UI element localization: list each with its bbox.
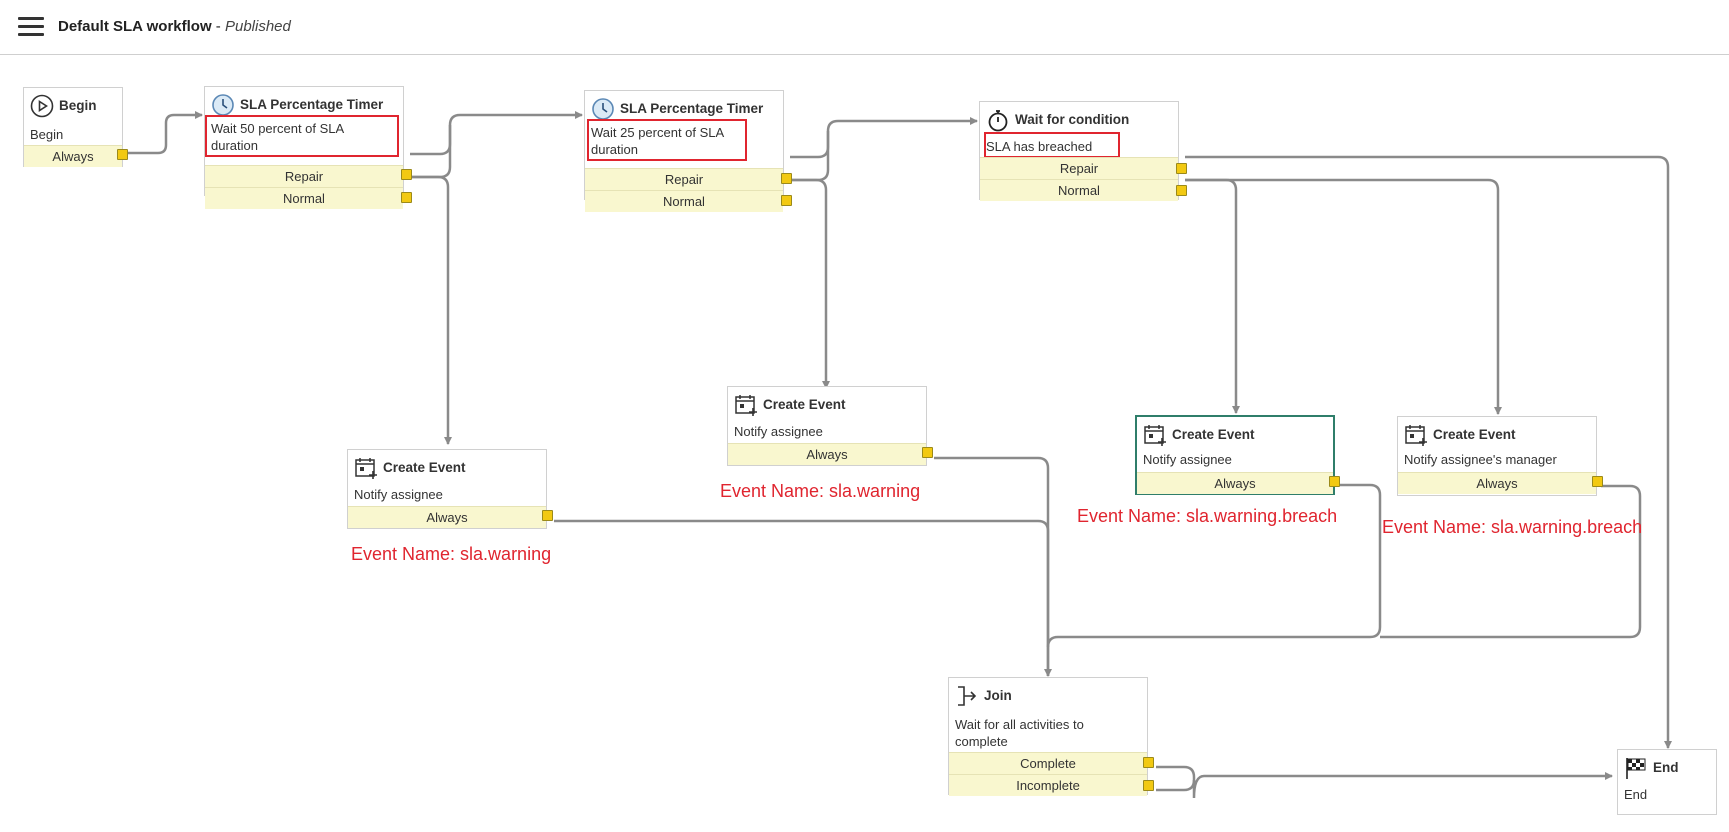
join-arrow-icon — [958, 686, 977, 706]
condition-normal[interactable]: Normal — [980, 179, 1178, 201]
condition-incomplete[interactable]: Incomplete — [949, 774, 1147, 796]
node-title: Create Event — [763, 397, 846, 412]
wire-join-complete-end — [1156, 765, 1613, 799]
end-node[interactable]: End End — [1617, 749, 1717, 815]
wire-timer1-normal-timer2 — [410, 125, 452, 179]
calendar-add-icon — [1405, 425, 1427, 446]
output-port[interactable] — [922, 447, 933, 458]
condition-always[interactable]: Always — [728, 443, 926, 465]
checkered-flag-icon — [1626, 758, 1646, 779]
output-port[interactable] — [781, 173, 792, 184]
wire-begin-timer1 — [122, 111, 203, 155]
condition-repair[interactable]: Repair — [205, 165, 403, 187]
output-port[interactable] — [1592, 476, 1603, 487]
title-separator: - — [211, 18, 225, 35]
wire-timer2-event2 — [790, 178, 830, 389]
node-description: Notify assignee's manager — [1404, 452, 1557, 467]
calendar-add-icon — [735, 395, 757, 416]
wire-event4-join — [1380, 484, 1642, 639]
clock-icon — [212, 94, 234, 116]
node-description: Notify assignee — [734, 424, 823, 439]
wire-join-incomplete-end — [1156, 779, 1196, 792]
node-description: Notify assignee — [1143, 452, 1232, 467]
node-title: Join — [984, 688, 1012, 703]
node-title: Create Event — [383, 460, 466, 475]
condition-complete[interactable]: Complete — [949, 752, 1147, 774]
page-title: Default SLA workflow - Published — [58, 18, 291, 35]
node-title: End — [1653, 760, 1679, 775]
condition-repair[interactable]: Repair — [585, 168, 783, 190]
wire-wait-normal-event3 — [1185, 178, 1240, 414]
highlight-box — [205, 115, 399, 157]
node-title: Wait for condition — [1015, 112, 1130, 127]
top-bar: Default SLA workflow - Published — [0, 0, 1729, 55]
condition-always[interactable]: Always — [348, 506, 546, 528]
begin-node[interactable]: Begin Begin Always — [23, 87, 128, 167]
wire-timer2-repair-wait — [790, 117, 978, 159]
create-event-node[interactable]: Create Event Notify assignee Always — [727, 386, 933, 466]
sla-timer-25-node[interactable]: SLA Percentage Timer Wait 25 percent of … — [584, 90, 792, 212]
node-description: Notify assignee — [354, 487, 443, 502]
join-node[interactable]: Join Wait for all activities to complete… — [948, 677, 1154, 796]
node-description: End — [1624, 787, 1648, 802]
wait-for-condition-node[interactable]: Wait for condition SLA has breached Repa… — [979, 101, 1187, 201]
output-port[interactable] — [1143, 757, 1154, 768]
output-port[interactable] — [1176, 185, 1187, 196]
play-circle-icon — [30, 94, 54, 118]
create-event-node-selected[interactable]: Create Event Notify assignee Always — [1135, 415, 1340, 495]
condition-always[interactable]: Always — [24, 145, 122, 167]
output-port[interactable] — [1143, 780, 1154, 791]
create-event-node[interactable]: Create Event Notify assignee's manager A… — [1397, 416, 1603, 496]
wire-event2-join — [934, 456, 1050, 676]
node-title: Create Event — [1433, 427, 1516, 442]
output-port[interactable] — [1329, 476, 1340, 487]
output-port[interactable] — [1176, 163, 1187, 174]
condition-normal[interactable]: Normal — [205, 187, 403, 209]
highlight-box — [587, 119, 747, 161]
calendar-add-icon — [355, 458, 377, 479]
wire-timer1-repair-timer2 — [410, 111, 583, 156]
sla-timer-50-node[interactable]: SLA Percentage Timer Wait 50 percent of … — [204, 86, 412, 209]
calendar-add-icon — [1144, 425, 1166, 446]
create-event-node[interactable]: Create Event Notify assignee Always — [347, 449, 553, 529]
node-description: Wait for all activities to complete — [955, 717, 1084, 749]
wire-wait-normal-event4 — [1185, 178, 1502, 415]
hamburger-menu-icon[interactable] — [18, 17, 44, 37]
clock-icon — [592, 98, 614, 120]
event-name-annotation: Event Name: sla.warning.breach — [1382, 517, 1643, 537]
output-port[interactable] — [117, 149, 128, 160]
output-port[interactable] — [542, 510, 553, 521]
stopwatch-icon — [988, 110, 1008, 132]
wire-event1-join — [554, 519, 1052, 677]
node-description: Begin — [30, 127, 64, 142]
condition-repair[interactable]: Repair — [980, 157, 1178, 179]
event-name-annotation: Event Name: sla.warning — [720, 481, 921, 501]
node-title: SLA Percentage Timer — [620, 101, 764, 116]
workflow-canvas[interactable]: Begin Begin Always SLA Percentage Timer … — [0, 56, 1729, 832]
output-port[interactable] — [401, 192, 412, 203]
node-title: Create Event — [1172, 427, 1255, 442]
condition-normal[interactable]: Normal — [585, 190, 783, 212]
workflow-status: Published — [224, 18, 291, 35]
condition-always[interactable]: Always — [1137, 472, 1333, 494]
condition-always[interactable]: Always — [1398, 472, 1596, 494]
output-port[interactable] — [401, 169, 412, 180]
highlight-box — [984, 132, 1120, 158]
event-name-annotation: Event Name: sla.warning.breach — [1077, 506, 1338, 526]
node-title: SLA Percentage Timer — [240, 97, 384, 112]
wire-timer1-event1 — [410, 175, 452, 445]
output-port[interactable] — [781, 195, 792, 206]
workflow-name: Default SLA workflow — [58, 18, 212, 35]
event-name-annotation: Event Name: sla.warning — [351, 544, 552, 564]
node-title: Begin — [59, 98, 97, 113]
